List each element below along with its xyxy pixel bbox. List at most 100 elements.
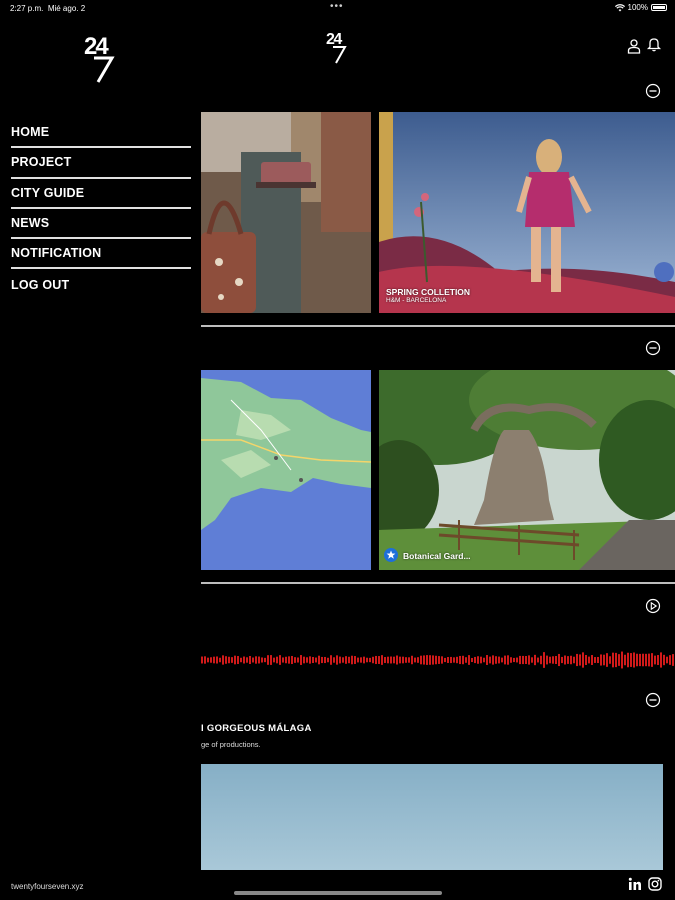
waveform-bar (249, 655, 251, 665)
waveform-bar (660, 652, 662, 668)
instagram-icon[interactable] (648, 877, 662, 891)
canal-photo-card[interactable] (201, 112, 371, 313)
waveform-bar (663, 654, 665, 666)
waveform-bar (300, 655, 302, 665)
sidebar-item-label: CITY GUIDE (11, 185, 85, 200)
wifi-icon (614, 3, 625, 11)
sidebar-item-city-guide[interactable]: CITY GUIDE (11, 179, 191, 209)
sidebar-item-home[interactable]: HOME (11, 118, 191, 149)
waveform-bar (582, 652, 584, 668)
waveform-bar (609, 656, 611, 664)
waveform-bar (318, 655, 320, 665)
waveform-bar (315, 657, 317, 663)
collapse-icon[interactable] (645, 340, 661, 356)
collapse-icon[interactable] (645, 692, 661, 708)
waveform-bar (435, 655, 437, 665)
waveform-bar (459, 655, 461, 665)
waveform-bar (444, 657, 446, 663)
waveform-bar (402, 656, 404, 664)
status-right: 100% (614, 3, 667, 12)
waveform-bar (342, 657, 344, 663)
waveform-bar (351, 655, 353, 665)
waveform-bar (669, 655, 671, 665)
map-card[interactable] (201, 370, 371, 570)
sidebar-item-notification[interactable]: NOTIFICATION (11, 239, 191, 270)
waveform-bar (252, 657, 254, 663)
spring-collection-photo (379, 112, 675, 313)
waveform-bar (348, 656, 350, 664)
waveform-bar (363, 656, 365, 664)
waveform-bar (567, 656, 569, 664)
brand-logo[interactable]: 24 (82, 30, 122, 84)
sidebar-item-project[interactable]: PROJECT (11, 148, 191, 179)
waveform-bar (399, 656, 401, 664)
waveform-bar (477, 656, 479, 664)
waveform-bar (267, 655, 269, 665)
header-logo[interactable]: 24 (325, 28, 351, 64)
waveform-bar (492, 655, 494, 665)
linkedin-icon[interactable] (628, 877, 642, 891)
waveform-bar (585, 655, 587, 665)
waveform-bar (216, 656, 218, 664)
waveform-bar (606, 653, 608, 667)
botanical-garden-card[interactable]: Botanical Gard... (379, 370, 675, 570)
waveform-bar (507, 655, 509, 665)
waveform-bar (327, 657, 329, 663)
sidebar-item-log-out[interactable]: LOG OUT (11, 269, 191, 299)
waveform-bar (627, 652, 629, 668)
waveform-bar (357, 657, 359, 663)
canal-photo (201, 112, 371, 313)
footer-site-url[interactable]: twentyfourseven.xyz (11, 882, 83, 891)
play-icon[interactable] (645, 598, 661, 614)
waveform-bar (594, 657, 596, 663)
map-view (201, 370, 371, 570)
waveform-bar (579, 654, 581, 666)
sidebar-item-label: LOG OUT (11, 277, 70, 292)
bell-icon[interactable] (646, 36, 662, 52)
waveform-bar (570, 655, 572, 665)
waveform-bar (453, 657, 455, 663)
waveform-bar (510, 657, 512, 663)
location-star-icon (384, 548, 398, 562)
waveform-bar (354, 656, 356, 664)
sky-photo-image (201, 764, 663, 870)
waveform-bar (246, 657, 248, 663)
sidebar-item-label: PROJECT (11, 155, 72, 170)
user-icon[interactable] (626, 38, 642, 54)
home-indicator[interactable] (234, 891, 442, 895)
waveform-bar (486, 655, 488, 665)
section-subheading: ge of productions. (201, 740, 261, 749)
waveform-bar (408, 657, 410, 663)
waveform-bar (576, 653, 578, 667)
status-bar: 2:27 p.m. Mié ago. 2 ••• 100% (0, 0, 675, 16)
waveform-bar (423, 655, 425, 665)
sidebar-item-news[interactable]: NEWS (11, 209, 191, 240)
waveform-bar (231, 657, 233, 663)
waveform-bar (204, 656, 206, 664)
waveform-bar (345, 656, 347, 664)
waveform-bar (564, 655, 566, 665)
waveform-bar (645, 653, 647, 667)
sky-photo[interactable] (201, 764, 663, 870)
waveform-bar (243, 656, 245, 664)
multitask-dots[interactable]: ••• (330, 1, 344, 12)
waveform-bar (414, 657, 416, 663)
waveform-bar (531, 657, 533, 663)
waveform-bar (549, 656, 551, 664)
waveform-bar (237, 656, 239, 664)
waveform-bar (207, 657, 209, 663)
spring-collection-card[interactable]: SPRING COLLETION H&M - BARCELONA (379, 112, 675, 313)
waveform-bar (504, 655, 506, 665)
waveform-bar (657, 655, 659, 665)
waveform-bar (462, 655, 464, 665)
waveform-bar (321, 656, 323, 664)
waveform-bar (498, 656, 500, 664)
waveform-bar (543, 652, 545, 668)
waveform-bar (312, 657, 314, 663)
waveform-bar (522, 655, 524, 665)
waveform-bar (642, 653, 644, 667)
audio-waveform[interactable] (201, 648, 675, 672)
collapse-icon[interactable] (645, 83, 661, 99)
botanical-garden-photo (379, 370, 675, 570)
waveform-bar (324, 656, 326, 664)
